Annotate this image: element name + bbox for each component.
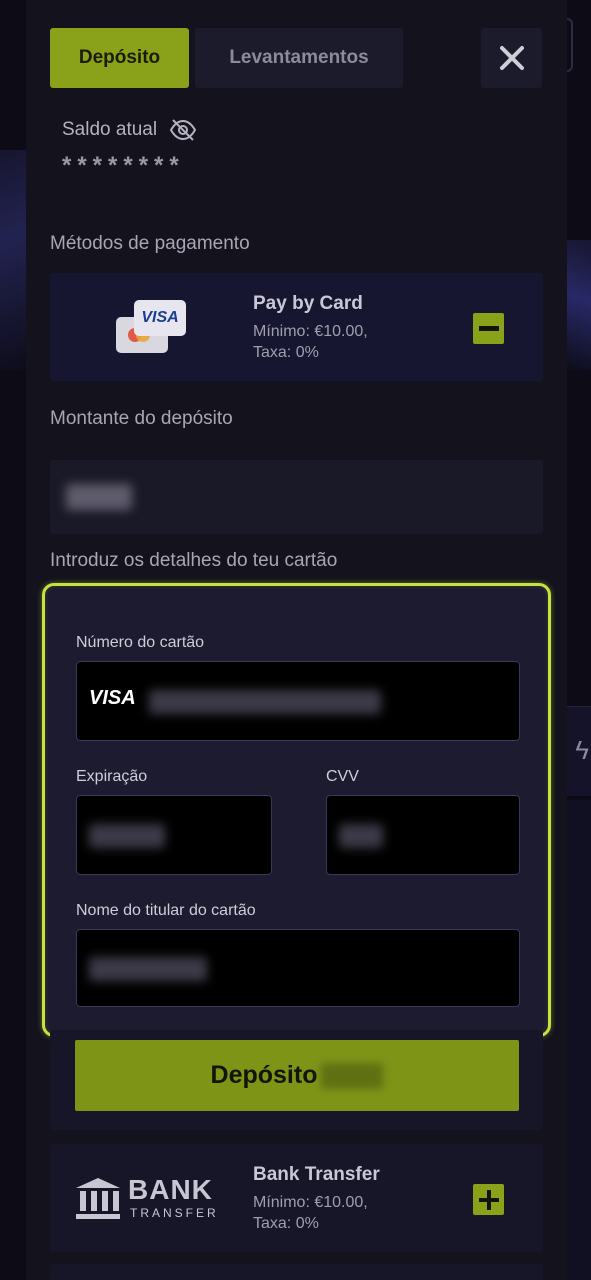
deposit-amount-input[interactable] — [50, 460, 543, 534]
collapse-button[interactable] — [473, 313, 504, 344]
deposit-button-label: Depósito — [210, 1061, 318, 1089]
background-panel-lower — [567, 800, 591, 1280]
plus-icon — [478, 1189, 499, 1210]
method-minimum: Mínimo: €10.00, — [253, 1194, 368, 1211]
expand-button[interactable] — [473, 1184, 504, 1215]
expiry-input[interactable] — [76, 795, 272, 875]
tab-bar: Depósito Levantamentos — [50, 28, 403, 88]
method-minimum: Mínimo: €10.00, — [253, 323, 368, 340]
payment-methods-label: Métodos de pagamento — [50, 233, 250, 254]
method-fee: Taxa: 0% — [253, 1215, 319, 1232]
card-details-label: Introduz os detalhes do teu cartão — [50, 550, 338, 571]
deposit-amount-label: Montante do depósito — [50, 408, 233, 429]
bank-transfer-logo: BANK TRANSFER — [74, 1174, 234, 1224]
background-banner-right — [567, 240, 591, 370]
method-card-pay-by-card[interactable]: VISA Pay by Card Mínimo: €10.00, Taxa: 0… — [50, 273, 543, 381]
deposit-amount-blurred — [321, 1062, 384, 1089]
deposit-button[interactable]: Depósito — [75, 1040, 519, 1111]
cvv-input[interactable] — [326, 795, 520, 875]
balance-label-row: Saldo atual — [62, 119, 197, 141]
method-card-partial[interactable] — [50, 1264, 543, 1280]
card-logo: VISA — [116, 300, 188, 356]
method-name: Bank Transfer — [253, 1164, 380, 1185]
method-name: Pay by Card — [253, 293, 363, 314]
visa-icon: VISA — [89, 687, 136, 709]
balance-label: Saldo atual — [62, 119, 158, 140]
method-card-bank-transfer[interactable]: BANK TRANSFER Bank Transfer Mínimo: €10.… — [50, 1144, 543, 1252]
close-icon — [499, 46, 524, 70]
cvv-label: CVV — [326, 768, 359, 785]
balance-value: ******** — [62, 152, 185, 179]
cardholder-name-label: Nome do titular do cartão — [76, 902, 256, 919]
expiry-label: Expiração — [76, 768, 148, 785]
card-details-form: Número do cartão VISA Expiração CVV Nome… — [42, 583, 551, 1037]
deposit-drawer: Depósito Levantamentos Saldo atual *****… — [26, 0, 567, 1280]
cardholder-name-input[interactable] — [76, 929, 520, 1007]
method-fee: Taxa: 0% — [253, 344, 319, 361]
minus-icon — [478, 325, 499, 331]
bank-icon — [76, 1178, 120, 1219]
card-number-input[interactable]: VISA — [76, 661, 520, 741]
background-banner-left — [0, 150, 26, 370]
visa-icon: VISA — [134, 300, 186, 336]
tab-withdrawals[interactable]: Levantamentos — [195, 28, 403, 88]
close-button[interactable] — [481, 28, 542, 88]
tab-deposit[interactable]: Depósito — [50, 28, 189, 88]
eye-off-icon[interactable] — [169, 119, 197, 141]
card-number-label: Número do cartão — [76, 634, 205, 651]
lightning-icon: ϟ — [575, 735, 589, 765]
